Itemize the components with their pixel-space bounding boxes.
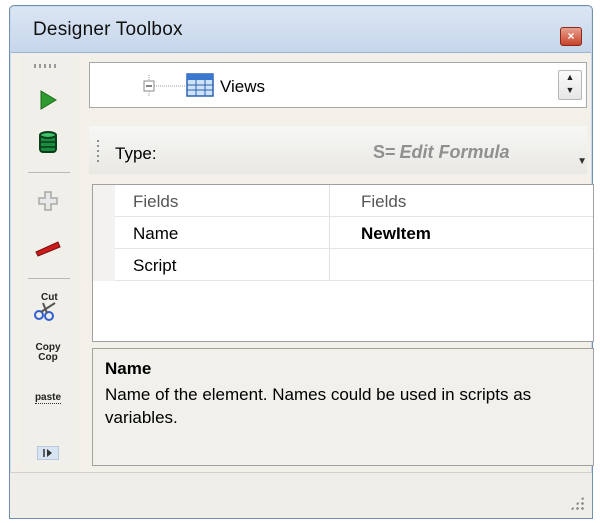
paste-icon: paste (34, 391, 62, 404)
grid-gutter (93, 185, 115, 281)
play-icon (40, 90, 57, 110)
type-label: Type: (115, 144, 157, 163)
add-button[interactable] (26, 186, 70, 216)
description-pane: Name Name of the element. Names could be… (92, 348, 594, 466)
property-name: Script (133, 256, 177, 275)
copy-icon: Copy Cop (35, 342, 61, 363)
views-selector[interactable]: Views ▲ ▼ (89, 62, 587, 108)
plus-icon (38, 191, 58, 211)
copy-button[interactable]: Copy Cop (26, 338, 70, 368)
views-spin-button[interactable]: ▲ ▼ (558, 70, 582, 100)
description-text: Name of the element. Names could be used… (105, 385, 532, 427)
column-header: Fields (133, 192, 179, 211)
views-label: Views (220, 77, 266, 96)
chevron-up-icon[interactable]: ▲ (559, 71, 581, 84)
table-icon (186, 73, 214, 97)
chevron-down-icon[interactable]: ▼ (559, 84, 581, 97)
scissors-icon: Cut (33, 293, 63, 321)
designer-toolbox-window: Designer Toolbox × Cut Copy Cop paste Vi… (9, 5, 594, 519)
run-button[interactable] (26, 86, 70, 114)
property-value[interactable]: NewItem (361, 224, 431, 244)
type-toolbar: Type: S= Edit Formula ▼ (89, 126, 587, 174)
minus-icon (35, 241, 61, 257)
description-title: Name (105, 359, 152, 378)
cut-button[interactable]: Cut (26, 292, 70, 322)
edit-formula-button[interactable]: S= Edit Formula (373, 142, 510, 163)
remove-button[interactable] (26, 234, 70, 264)
status-bar (10, 472, 592, 518)
table-row[interactable]: Name NewItem (115, 217, 593, 249)
database-button[interactable] (26, 128, 70, 158)
title-bar[interactable]: Designer Toolbox × (11, 7, 591, 53)
overflow-chevron-icon[interactable]: ▼ (577, 156, 587, 167)
expand-arrow-icon (37, 446, 59, 460)
expand-toolbar-button[interactable] (26, 444, 70, 462)
toolbar-separator (28, 278, 70, 279)
edit-formula-label: Edit Formula (399, 142, 510, 162)
tree-expander-icon[interactable] (142, 75, 190, 97)
window-title: Designer Toolbox (33, 19, 183, 40)
paste-button[interactable]: paste (26, 386, 70, 410)
database-icon (39, 131, 57, 153)
property-name: Name (133, 224, 179, 243)
property-grid: Fields Fields Name NewItem Script (92, 184, 594, 342)
resize-grip-icon[interactable] (570, 496, 584, 510)
formula-icon: S= (373, 142, 396, 162)
close-icon: × (567, 29, 575, 43)
close-button[interactable]: × (560, 27, 582, 46)
column-header: Fields (361, 192, 407, 211)
left-toolbar: Cut Copy Cop paste (20, 56, 78, 466)
toolbar-grip[interactable] (34, 64, 56, 68)
grid-header-row: Fields Fields (115, 185, 593, 217)
table-row[interactable]: Script (115, 249, 593, 281)
toolbar-separator (28, 172, 70, 173)
type-toolbar-grip[interactable] (97, 140, 99, 162)
